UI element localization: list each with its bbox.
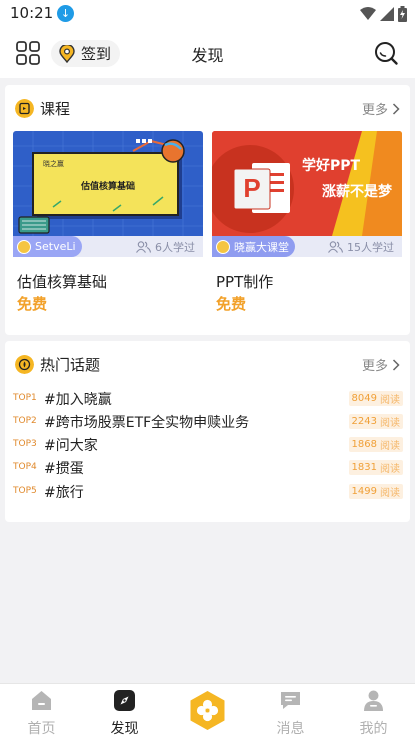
author-name: 晓赢大课堂 — [234, 240, 289, 254]
views-suffix: 阅读 — [380, 464, 400, 475]
topic-views: 2243 阅读 — [348, 414, 403, 429]
compass-icon — [114, 690, 135, 711]
people-icon — [328, 240, 343, 253]
more-courses-link[interactable]: 更多 — [362, 99, 400, 118]
hot-topics-section: 热门话题 更多 TOP1 #加入晓赢 8049 阅读 TOP2 #跨市场股票ETF… — [5, 341, 410, 522]
nav-label: 首页 — [27, 721, 56, 737]
views-suffix: 阅读 — [380, 441, 400, 452]
course-price: 免费 — [216, 295, 247, 313]
author-name: SetveLi — [35, 240, 76, 253]
topic-views: 1831 阅读 — [348, 460, 403, 475]
more-label: 更多 — [361, 103, 388, 118]
chevron-right-icon — [392, 358, 400, 371]
nav-profile[interactable]: 我的 — [332, 684, 415, 738]
signal-icon — [380, 7, 394, 21]
topic-views: 8049 阅读 — [348, 391, 403, 406]
thumbnail-title: 估值核算基础 — [80, 182, 135, 192]
course-thumbnail: P 学好PPT 涨薪不是梦 — [212, 131, 402, 236]
nav-messages[interactable]: 消息 — [249, 684, 332, 738]
svg-text:P: P — [243, 173, 260, 203]
topic-rank: TOP3 — [13, 439, 37, 449]
topic-name: #加入晓赢 — [44, 392, 112, 408]
chat-bubble-icon — [281, 692, 300, 709]
topic-name: #旅行 — [44, 485, 84, 501]
section-title: 课程 — [40, 100, 71, 118]
status-bar: 10:21 ↓ — [0, 0, 415, 28]
course-title: 估值核算基础 — [17, 273, 108, 291]
nav-label: 我的 — [359, 721, 388, 737]
topic-row[interactable]: TOP1 #加入晓赢 8049 阅读 — [13, 387, 403, 410]
topic-name: #掼蛋 — [44, 461, 84, 477]
topic-rank: TOP5 — [13, 486, 37, 496]
download-icon: ↓ — [57, 5, 74, 22]
nav-discover[interactable]: 发现 — [83, 684, 166, 738]
topic-rank: TOP2 — [13, 416, 37, 426]
course-icon — [15, 99, 34, 118]
system-icons — [360, 6, 407, 22]
topic-row[interactable]: TOP5 #旅行 1499 阅读 — [13, 480, 403, 503]
topic-name: #问大家 — [44, 438, 98, 454]
topic-row[interactable]: TOP4 #掼蛋 1831 阅读 — [13, 456, 403, 479]
views-suffix: 阅读 — [380, 488, 400, 499]
wifi-icon — [360, 7, 376, 20]
nav-label: 消息 — [276, 721, 305, 737]
clover-icon[interactable] — [187, 690, 228, 731]
more-label: 更多 — [361, 359, 388, 374]
top-bar: 签到 发现 — [0, 28, 415, 78]
topic-views: 1499 阅读 — [348, 484, 403, 499]
nav-home[interactable]: 首页 — [0, 684, 83, 738]
search-icon[interactable] — [373, 40, 399, 66]
thumbnail-brand: 晓之赢 — [43, 160, 64, 168]
thumbnail-headline: 学好PPT — [302, 158, 361, 174]
home-icon — [32, 691, 51, 710]
course-card[interactable]: P 学好PPT 涨薪不是梦 晓赢大课堂 15人学过 PPT制作 免费 — [212, 131, 402, 316]
course-title: PPT制作 — [216, 273, 274, 291]
people-icon — [136, 240, 151, 253]
views-suffix: 阅读 — [380, 395, 400, 406]
topic-name: #跨市场股票ETF全实物申赎业务 — [44, 415, 250, 431]
learner-count: 6人学过 — [136, 239, 195, 255]
course-meta-bar: 晓赢大课堂 15人学过 — [212, 236, 402, 257]
view-count: 1499 — [351, 486, 377, 497]
view-count: 1868 — [351, 439, 377, 450]
thumbnail-subline: 涨薪不是梦 — [322, 184, 392, 200]
course-section-header: 课程 更多 — [5, 85, 410, 129]
course-thumbnail: 晓之赢 估值核算基础 — [13, 131, 203, 236]
more-topics-link[interactable]: 更多 — [362, 355, 400, 374]
author-pill: 晓赢大课堂 — [212, 236, 295, 257]
course-price: 免费 — [17, 295, 48, 313]
view-count: 2243 — [351, 416, 377, 427]
page-title: 发现 — [191, 46, 224, 65]
status-time: 10:21 — [10, 4, 54, 22]
topic-row[interactable]: TOP3 #问大家 1868 阅读 — [13, 433, 403, 456]
course-section: 课程 更多 晓之赢 估值核算基础 SetveLi 6人学过 估值核算基础 免费 … — [5, 85, 410, 335]
topic-rank: TOP1 — [13, 393, 37, 403]
course-meta-bar: SetveLi 6人学过 — [13, 236, 203, 257]
learner-count: 15人学过 — [328, 239, 394, 255]
chevron-right-icon — [392, 102, 400, 115]
view-count: 1831 — [351, 462, 377, 473]
person-icon — [364, 690, 383, 711]
author-avatar — [17, 239, 31, 254]
battery-icon — [398, 6, 407, 22]
topic-rank: TOP4 — [13, 462, 37, 472]
topic-row[interactable]: TOP2 #跨市场股票ETF全实物申赎业务 2243 阅读 — [13, 410, 403, 433]
bottom-nav: 首页 发现 消息 我的 — [0, 683, 415, 738]
author-avatar — [216, 239, 230, 254]
section-title: 热门话题 — [40, 356, 101, 374]
author-pill: SetveLi — [13, 236, 82, 257]
learner-text: 15人学过 — [347, 240, 394, 254]
learner-text: 6人学过 — [155, 240, 195, 254]
course-card[interactable]: 晓之赢 估值核算基础 SetveLi 6人学过 估值核算基础 免费 — [13, 131, 203, 316]
fire-icon — [15, 355, 34, 374]
topic-views: 1868 阅读 — [348, 437, 403, 452]
view-count: 8049 — [351, 393, 377, 404]
nav-label: 发现 — [110, 721, 139, 737]
views-suffix: 阅读 — [380, 418, 400, 429]
hot-topics-header: 热门话题 更多 — [5, 341, 410, 385]
